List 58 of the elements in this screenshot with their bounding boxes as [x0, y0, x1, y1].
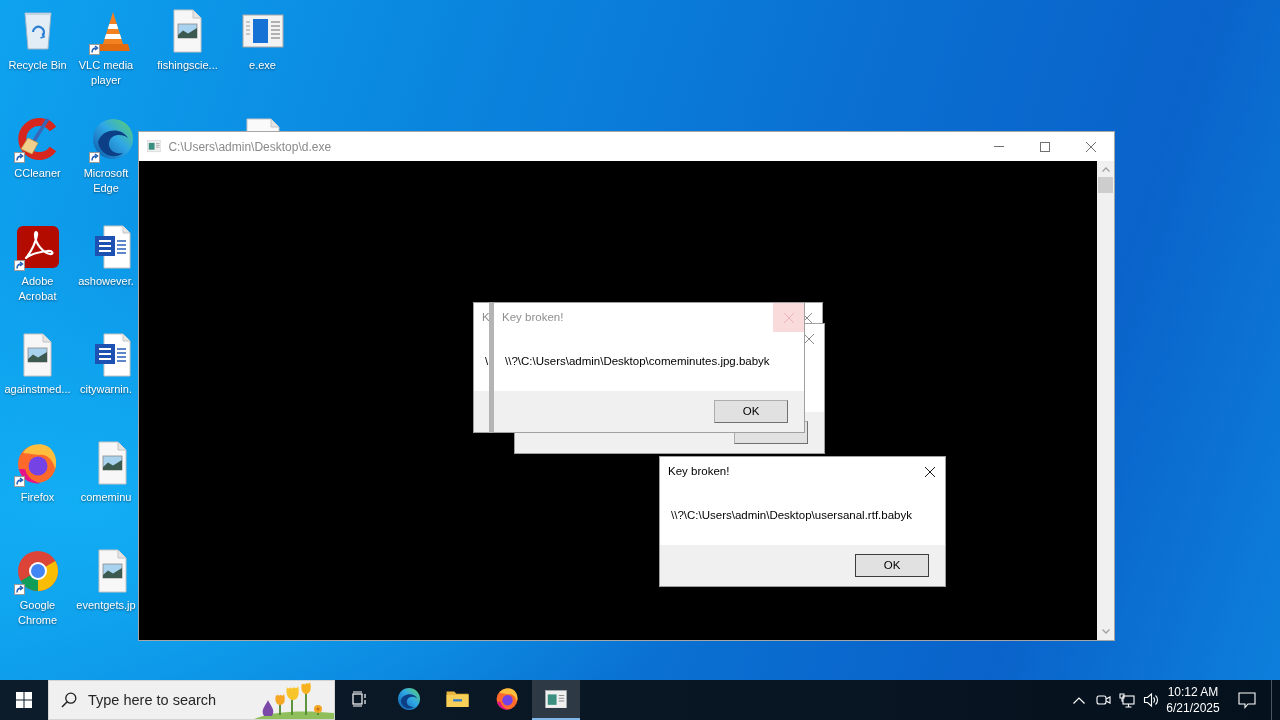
app-window-icon: [545, 689, 567, 709]
c-and-broom-icon[interactable]: [17, 118, 58, 160]
search-icon: [61, 692, 77, 708]
icon-label[interactable]: e.exe: [227, 58, 298, 73]
icon-label[interactable]: Adobe Acrobat: [2, 274, 73, 304]
search-field[interactable]: Type here to search: [48, 680, 335, 720]
icon-label[interactable]: eventgets.jp: [75, 598, 137, 613]
icon-label[interactable]: Microsoft Edge: [75, 166, 137, 196]
network-icon[interactable]: [1119, 692, 1135, 708]
image-file-icon[interactable]: [98, 549, 127, 593]
fox-globe-icon[interactable]: [17, 442, 58, 484]
camera-icon[interactable]: [1095, 693, 1111, 707]
recycle-bin-icon[interactable]: [23, 12, 52, 50]
tricolor-ring-icon[interactable]: [17, 551, 58, 591]
dialog-message: \\?\C:\Users\admin\Desktop\usersanal.rtf.babyk: [671, 507, 912, 523]
dialog-message: \\?\C:\Users\admin\Desktop\comeminutes.jpg.babyk: [505, 353, 770, 369]
ok-button[interactable]: OK: [855, 554, 929, 577]
close-icon: [1086, 141, 1096, 152]
maximize-icon: [1040, 141, 1050, 152]
chevron-up-icon[interactable]: [1073, 696, 1085, 704]
dialog-title: K: [482, 309, 490, 325]
word-document-icon[interactable]: [94, 225, 131, 269]
icon-label[interactable]: againstmed...: [2, 382, 73, 397]
swirl-logo-icon[interactable]: [92, 119, 133, 159]
taskbar-app-button[interactable]: [532, 680, 580, 720]
scrollbar-thumb[interactable]: [1098, 177, 1113, 193]
dialog-title: Key broken!: [502, 309, 564, 325]
window-icon[interactable]: [241, 14, 284, 48]
notification-icon[interactable]: [1238, 691, 1256, 709]
icon-label[interactable]: Recycle Bin: [2, 58, 73, 73]
minimize-icon: [994, 146, 1004, 147]
swirl-logo-icon: [398, 688, 420, 710]
word-document-icon[interactable]: [94, 333, 131, 377]
icon-label[interactable]: CCleaner: [2, 166, 73, 181]
volume-icon[interactable]: [1143, 692, 1159, 708]
fox-globe-icon: [495, 687, 519, 711]
clock-date[interactable]: 6/21/2025: [1166, 700, 1220, 716]
icon-label[interactable]: comeminu: [75, 490, 137, 505]
folder-icon: [446, 690, 470, 708]
icon-label[interactable]: VLC media player: [75, 58, 137, 88]
blank-file-icon[interactable]: [245, 118, 280, 131]
image-file-icon[interactable]: [173, 9, 202, 53]
icon-label[interactable]: ashowever.: [75, 274, 137, 289]
icon-label[interactable]: Firefox: [2, 490, 73, 505]
icon-label[interactable]: fishingscie...: [152, 58, 223, 73]
ok-button[interactable]: OK: [714, 400, 788, 423]
dialog-message: \: [485, 353, 489, 369]
dialog-title: Key broken!: [668, 463, 730, 479]
image-file-icon[interactable]: [23, 333, 52, 377]
task-view-icon: [352, 691, 368, 707]
clock-time[interactable]: 10:12 AM: [1167, 684, 1219, 700]
windows-logo-icon: [16, 692, 32, 708]
icon-label[interactable]: citywarnin.: [75, 382, 137, 397]
window-title: C:\Users\admin\Desktop\d.exe: [168, 138, 332, 156]
document-logo-icon[interactable]: [16, 226, 59, 268]
image-file-icon[interactable]: [98, 441, 127, 485]
icon-label[interactable]: Google Chrome: [2, 598, 73, 628]
app-window-icon: [147, 140, 162, 153]
